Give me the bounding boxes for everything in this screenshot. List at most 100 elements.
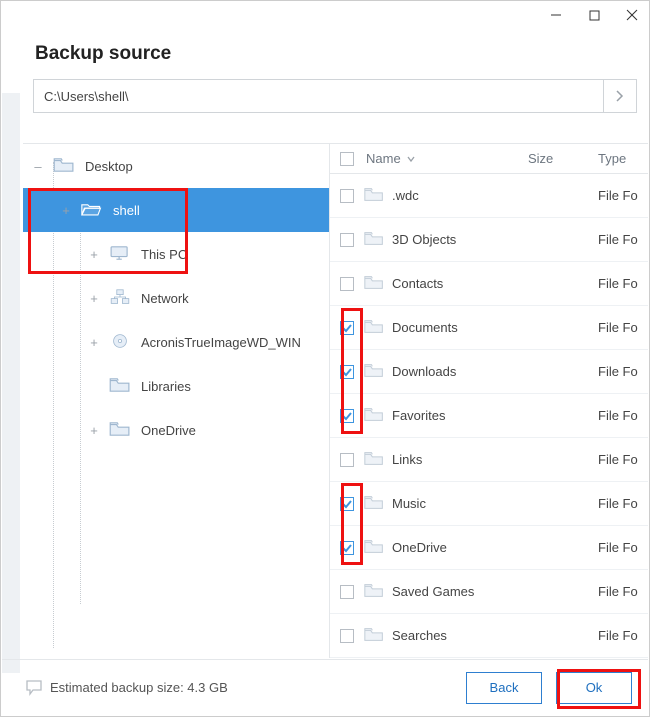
monitor-icon: [109, 245, 131, 264]
tree-node[interactable]: – Desktop: [23, 144, 329, 188]
list-row[interactable]: Documents File Fo: [330, 306, 648, 350]
list-row[interactable]: Searches File Fo: [330, 614, 648, 658]
folder-icon: [53, 157, 75, 176]
row-type: File Fo: [598, 364, 648, 379]
tree-node[interactable]: +Network: [23, 276, 329, 320]
tree-node-label: OneDrive: [141, 423, 196, 438]
folder-icon: [364, 319, 384, 337]
tree-expander[interactable]: +: [89, 291, 99, 306]
path-go-button[interactable]: [603, 79, 637, 113]
select-all-checkbox[interactable]: [340, 152, 354, 166]
row-checkbox[interactable]: [340, 233, 354, 247]
row-name: Music: [392, 496, 426, 511]
folder-icon: [109, 377, 131, 396]
row-name: Searches: [392, 628, 447, 643]
row-name: Downloads: [392, 364, 456, 379]
tree-expander[interactable]: –: [33, 159, 43, 174]
tree-node[interactable]: + OneDrive: [23, 408, 329, 452]
tree-node[interactable]: + shell: [23, 188, 329, 232]
list-row[interactable]: .wdc File Fo: [330, 174, 648, 218]
row-checkbox[interactable]: [340, 585, 354, 599]
network-icon: [109, 289, 131, 308]
window-maximize-button[interactable]: [587, 8, 601, 22]
estimated-size: Estimated backup size: 4.3 GB: [18, 680, 452, 695]
tree-node-label: Desktop: [85, 159, 133, 174]
tree-node-label: AcronisTrueImageWD_WIN: [141, 335, 301, 350]
row-checkbox[interactable]: [340, 409, 354, 423]
folder-icon: [364, 363, 384, 381]
chevron-right-icon: [616, 90, 624, 102]
folder-icon: [364, 627, 384, 645]
column-name[interactable]: Name: [364, 151, 528, 166]
left-strip: [2, 93, 20, 673]
folder-tree[interactable]: –Desktop+shell+This PC+Network+AcronisTr…: [23, 143, 329, 658]
path-input[interactable]: C:\Users\shell\: [33, 79, 603, 113]
list-row[interactable]: Music File Fo: [330, 482, 648, 526]
list-row[interactable]: Contacts File Fo: [330, 262, 648, 306]
row-checkbox[interactable]: [340, 277, 354, 291]
folder-icon: [364, 275, 384, 293]
list-header: Name Size Type: [330, 144, 648, 174]
row-name: Favorites: [392, 408, 445, 423]
row-name: 3D Objects: [392, 232, 456, 247]
tree-node[interactable]: + AcronisTrueImageWD_WIN: [23, 320, 329, 364]
tree-expander[interactable]: +: [61, 203, 71, 218]
row-type: File Fo: [598, 496, 648, 511]
tree-node[interactable]: + This PC: [23, 232, 329, 276]
comment-icon: [26, 680, 44, 696]
row-name: Links: [392, 452, 422, 467]
list-row[interactable]: Favorites File Fo: [330, 394, 648, 438]
row-type: File Fo: [598, 628, 648, 643]
column-name-label: Name: [366, 151, 401, 166]
row-checkbox[interactable]: [340, 189, 354, 203]
tree-node-label: shell: [113, 203, 140, 218]
folder-icon: [364, 539, 384, 557]
window-close-button[interactable]: [625, 8, 639, 22]
row-checkbox[interactable]: [340, 321, 354, 335]
tree-node-label: Libraries: [141, 379, 191, 394]
row-name: OneDrive: [392, 540, 447, 555]
row-type: File Fo: [598, 584, 648, 599]
list-row[interactable]: OneDrive File Fo: [330, 526, 648, 570]
tree-expander[interactable]: +: [89, 247, 99, 262]
list-row[interactable]: Links File Fo: [330, 438, 648, 482]
row-type: File Fo: [598, 408, 648, 423]
row-checkbox[interactable]: [340, 453, 354, 467]
folder-icon: [364, 451, 384, 469]
row-type: File Fo: [598, 188, 648, 203]
row-name: Contacts: [392, 276, 443, 291]
tree-expander[interactable]: +: [89, 423, 99, 438]
column-size[interactable]: Size: [528, 151, 598, 166]
row-type: File Fo: [598, 452, 648, 467]
folder-icon: [109, 421, 131, 440]
page-title: Backup source: [1, 29, 649, 79]
row-checkbox[interactable]: [340, 497, 354, 511]
folder-icon: [364, 187, 384, 205]
window-minimize-button[interactable]: [549, 8, 563, 22]
file-list: Name Size Type .wdc File Fo 3D Objects File…: [329, 143, 648, 658]
disc-icon: [109, 333, 131, 352]
tree-expander[interactable]: [89, 379, 99, 394]
tree-expander[interactable]: +: [89, 335, 99, 350]
ok-button[interactable]: Ok: [556, 672, 632, 704]
tree-node-label: This PC: [141, 247, 187, 262]
row-checkbox[interactable]: [340, 365, 354, 379]
list-row[interactable]: Downloads File Fo: [330, 350, 648, 394]
row-checkbox[interactable]: [340, 629, 354, 643]
row-type: File Fo: [598, 276, 648, 291]
folder-icon: [364, 495, 384, 513]
back-button[interactable]: Back: [466, 672, 542, 704]
tree-node[interactable]: Libraries: [23, 364, 329, 408]
folder-open-icon: [81, 201, 103, 220]
row-checkbox[interactable]: [340, 541, 354, 555]
row-name: .wdc: [392, 188, 419, 203]
list-row[interactable]: 3D Objects File Fo: [330, 218, 648, 262]
column-type[interactable]: Type: [598, 151, 648, 166]
row-type: File Fo: [598, 540, 648, 555]
row-type: File Fo: [598, 232, 648, 247]
folder-icon: [364, 231, 384, 249]
sort-desc-icon: [407, 155, 415, 163]
list-row[interactable]: Saved GamesFile Fo: [330, 570, 648, 614]
row-type: File Fo: [598, 320, 648, 335]
row-name: Documents: [392, 320, 458, 335]
